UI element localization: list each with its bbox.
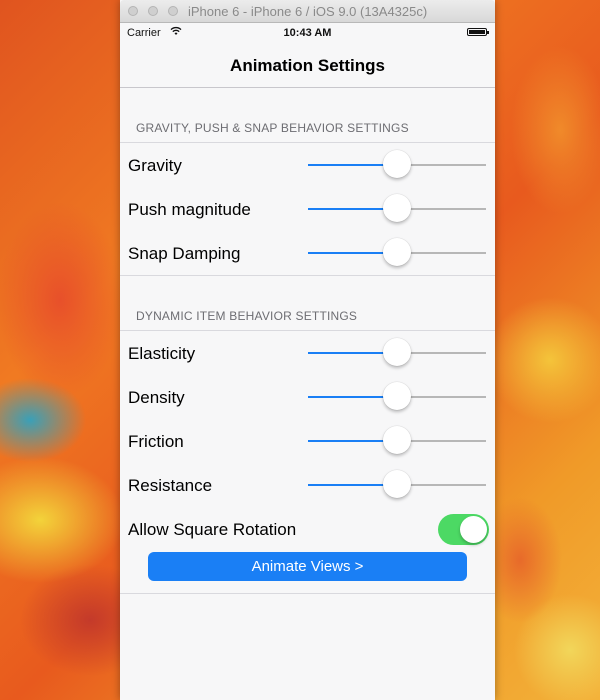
setting-row-allow-square-rotation: Allow Square Rotation [120,507,495,551]
section-header-label: DYNAMIC ITEM BEHAVIOR SETTINGS [136,309,358,323]
push-magnitude-slider[interactable] [308,194,486,222]
section-header-label: GRAVITY, PUSH & SNAP BEHAVIOR SETTINGS [136,121,409,135]
density-slider[interactable] [308,382,486,410]
setting-row-elasticity: Elasticity [120,331,495,375]
button-row: Animate Views > [120,551,495,593]
settings-group-dynamic-item: Elasticity Density Friction Resistance A… [120,330,495,594]
setting-row-gravity: Gravity [120,143,495,187]
status-bar: Carrier 10:43 AM [120,23,495,43]
resistance-label: Resistance [128,476,213,495]
setting-row-density: Density [120,375,495,419]
page-title: Animation Settings [230,56,385,75]
slider-thumb[interactable] [383,338,411,366]
snap-damping-slider[interactable] [308,238,486,266]
setting-row-friction: Friction [120,419,495,463]
elasticity-label: Elasticity [128,344,196,363]
zoom-window-button[interactable] [168,6,178,16]
setting-row-resistance: Resistance [120,463,495,507]
gravity-label: Gravity [128,156,182,175]
allow-square-rotation-label: Allow Square Rotation [128,520,297,539]
snap-damping-label: Snap Damping [128,244,241,263]
close-window-button[interactable] [128,6,138,16]
battery-icon [467,28,489,36]
section-header-dynamic-item: DYNAMIC ITEM BEHAVIOR SETTINGS [120,276,495,330]
elasticity-slider[interactable] [308,338,486,366]
settings-group-gravity-push-snap: Gravity Push magnitude Snap Damping [120,142,495,276]
animate-views-button[interactable]: Animate Views > [148,552,467,581]
simulator-window: iPhone 6 - iPhone 6 / iOS 9.0 (13A4325c)… [120,0,495,700]
slider-thumb[interactable] [383,238,411,266]
navigation-bar: Animation Settings [120,43,495,88]
setting-row-push-magnitude: Push magnitude [120,187,495,231]
friction-label: Friction [128,432,184,451]
slider-thumb[interactable] [383,470,411,498]
setting-row-snap-damping: Snap Damping [120,231,495,275]
toggle-knob [460,516,487,543]
allow-square-rotation-toggle[interactable] [438,514,489,545]
section-header-gravity-push-snap: GRAVITY, PUSH & SNAP BEHAVIOR SETTINGS [120,88,495,142]
simulator-titlebar: iPhone 6 - iPhone 6 / iOS 9.0 (13A4325c) [120,0,495,23]
status-time: 10:43 AM [283,27,332,39]
resistance-slider[interactable] [308,470,486,498]
slider-thumb[interactable] [383,194,411,222]
slider-thumb[interactable] [383,150,411,178]
slider-thumb[interactable] [383,426,411,454]
slider-thumb[interactable] [383,382,411,410]
density-label: Density [128,388,185,407]
gravity-slider[interactable] [308,150,486,178]
minimize-window-button[interactable] [148,6,158,16]
friction-slider[interactable] [308,426,486,454]
simulator-title: iPhone 6 - iPhone 6 / iOS 9.0 (13A4325c) [188,4,428,19]
push-magnitude-label: Push magnitude [128,200,251,219]
